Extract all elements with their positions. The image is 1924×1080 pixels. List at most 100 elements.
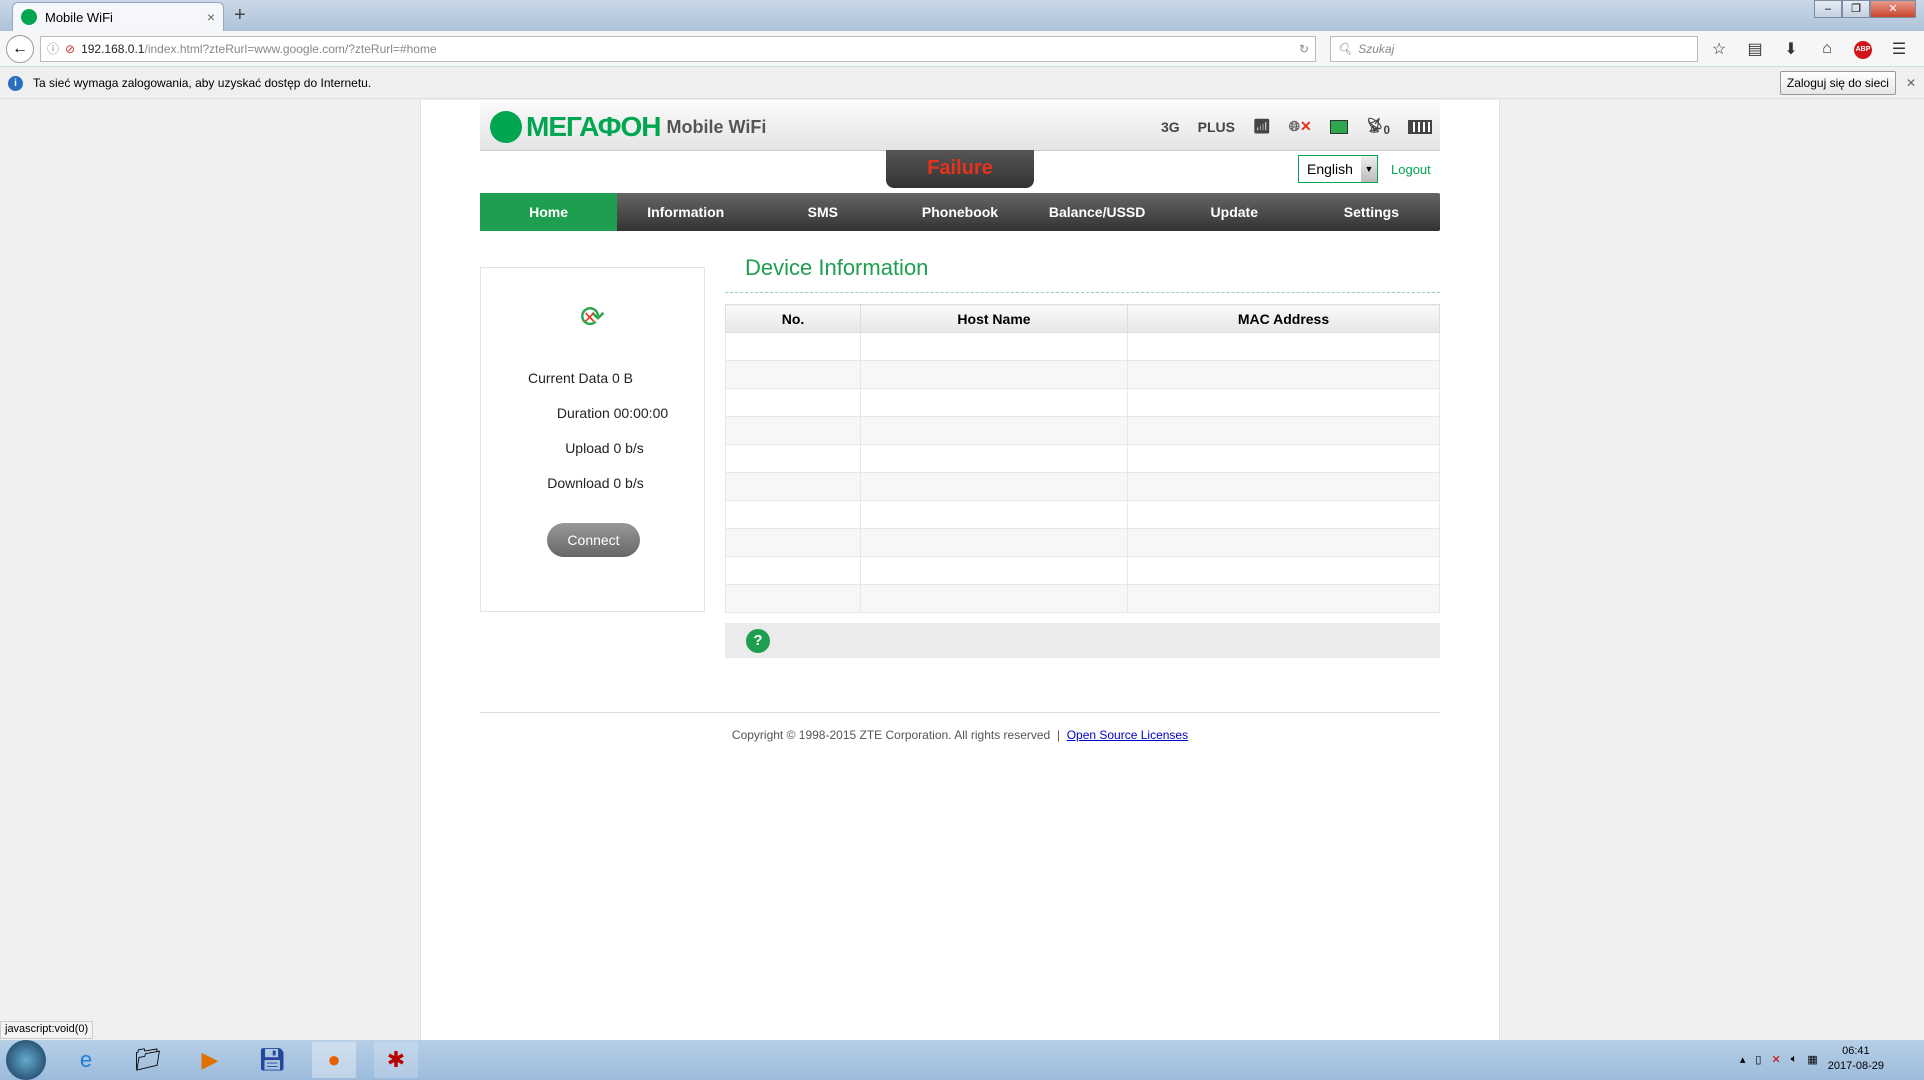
- table-row: [725, 500, 1440, 529]
- column-mac-address: MAC Address: [1127, 304, 1440, 333]
- table-row: [725, 388, 1440, 417]
- search-input[interactable]: 🔍︎ Szukaj: [1330, 35, 1698, 62]
- table-cell: [1127, 584, 1440, 613]
- clock[interactable]: 06:41 2017-08-29: [1828, 1044, 1884, 1074]
- info-icon[interactable]: ⓘ: [47, 40, 59, 57]
- language-select[interactable]: English ▼: [1298, 155, 1378, 183]
- close-infobar-icon[interactable]: ✕: [1906, 76, 1916, 90]
- tray-expand-icon[interactable]: ▴: [1740, 1053, 1746, 1066]
- app-icon[interactable]: ✱: [374, 1042, 418, 1078]
- bookmark-star-icon[interactable]: ☆: [1704, 39, 1734, 59]
- table-cell: [860, 556, 1128, 585]
- open-source-licenses-link[interactable]: Open Source Licenses: [1067, 728, 1188, 742]
- download-icon[interactable]: ⬇: [1776, 39, 1806, 59]
- status-icons: 3G PLUS 📶︎ 🌐︎✕ 📡︎0: [1161, 117, 1432, 137]
- adblock-icon[interactable]: ABP: [1848, 38, 1878, 59]
- browser-status-text: javascript:void(0): [0, 1021, 94, 1039]
- home-icon[interactable]: ⌂: [1812, 40, 1842, 58]
- table-cell: [1127, 332, 1440, 361]
- table-cell: [860, 528, 1128, 557]
- volume-icon[interactable]: 🔈︎: [1791, 1053, 1798, 1066]
- back-button[interactable]: ←: [6, 34, 34, 63]
- connection-status-badge: Failure: [886, 150, 1034, 188]
- table-row: [725, 584, 1440, 613]
- menu-phonebook[interactable]: Phonebook: [891, 193, 1028, 231]
- date: 2017-08-29: [1827, 1060, 1884, 1072]
- table-cell: [860, 584, 1128, 613]
- save-disk-icon[interactable]: 💾︎: [250, 1042, 294, 1078]
- network-error-icon[interactable]: ✕: [1771, 1053, 1780, 1066]
- menu-balance-ussd[interactable]: Balance/USSD: [1029, 193, 1166, 231]
- menu-hamburger-icon[interactable]: ☰: [1884, 39, 1914, 59]
- table-cell: [860, 444, 1128, 473]
- table-cell: [725, 500, 861, 529]
- table-cell: [1127, 388, 1440, 417]
- login-network-button[interactable]: Zaloguj się do sieci: [1779, 71, 1896, 95]
- divider: [725, 292, 1440, 293]
- system-tray: ▴ ▯ ✕ 🔈︎ ▦ 06:41 2017-08-29: [1740, 1044, 1884, 1074]
- table-cell: [725, 584, 861, 613]
- column-host-name: Host Name: [860, 304, 1128, 333]
- menu-settings[interactable]: Settings: [1303, 193, 1440, 231]
- close-tab-icon[interactable]: ×: [207, 9, 215, 25]
- browser-tab-bar: Mobile WiFi × + – ❐ ✕: [0, 0, 1924, 31]
- menu-home[interactable]: Home: [480, 193, 618, 231]
- address-bar[interactable]: ⓘ ⊘ 192.168.0.1/index.html?zteRurl=www.g…: [40, 35, 1316, 62]
- internet-disconnected-icon: 🌐︎✕: [1288, 118, 1312, 135]
- table-cell: [860, 388, 1128, 417]
- bookmarks-list-icon[interactable]: ▤: [1740, 39, 1770, 59]
- table-row: [725, 528, 1440, 557]
- language-value: English: [1307, 161, 1353, 177]
- table-row: [725, 332, 1440, 361]
- minimize-button[interactable]: –: [1814, 0, 1842, 18]
- table-row: [725, 360, 1440, 389]
- operator-name: PLUS: [1197, 118, 1236, 135]
- media-player-icon[interactable]: ▶: [188, 1042, 232, 1078]
- table-cell: [1127, 360, 1440, 389]
- internet-explorer-icon[interactable]: e: [64, 1042, 108, 1078]
- wifi-icon: 📡︎0: [1365, 117, 1390, 137]
- table-cell: [725, 472, 861, 501]
- table-cell: [1127, 416, 1440, 445]
- info-icon: i: [8, 75, 23, 91]
- tray-device-icon[interactable]: ▯: [1755, 1053, 1761, 1066]
- logout-link[interactable]: Logout: [1391, 162, 1431, 177]
- upload-speed: Upload 0 b/s: [565, 440, 644, 456]
- tray-app-icon[interactable]: ▦: [1807, 1053, 1817, 1066]
- table-row: [725, 472, 1440, 501]
- new-tab-button[interactable]: +: [234, 4, 246, 27]
- reload-icon[interactable]: ↻: [1299, 42, 1309, 56]
- table-cell: [725, 444, 861, 473]
- router-header: МЕГАФОН Mobile WiFi 3G PLUS 📶︎ 🌐︎✕ 📡︎0: [480, 103, 1440, 151]
- close-window-button[interactable]: ✕: [1870, 0, 1916, 18]
- url-path: /index.html?zteRurl=www.google.com/?zteR…: [144, 41, 437, 56]
- firefox-icon[interactable]: ●: [312, 1042, 356, 1078]
- start-button[interactable]: [6, 1040, 46, 1080]
- product-name: Mobile WiFi: [666, 116, 767, 137]
- table-row: [725, 444, 1440, 473]
- brand-name: МЕГАФОН: [526, 111, 662, 142]
- table-cell: [725, 528, 861, 557]
- table-cell: [725, 332, 861, 361]
- table-cell: [725, 360, 861, 389]
- connection-panel: ⟳ ✕ Current Data 0 B Duration 00:00:00 Up…: [480, 267, 705, 612]
- duration: Duration 00:00:00: [556, 405, 669, 421]
- table-cell: [860, 360, 1128, 389]
- table-cell: [725, 556, 861, 585]
- menu-sms[interactable]: SMS: [754, 193, 891, 231]
- table-cell: [1127, 528, 1440, 557]
- restore-button[interactable]: ❐: [1842, 0, 1870, 18]
- copyright: Copyright © 1998-2015 ZTE Corporation. A…: [731, 728, 1067, 742]
- logo: МЕГАФОН Mobile WiFi: [490, 111, 766, 143]
- browser-tab[interactable]: Mobile WiFi ×: [12, 2, 224, 31]
- window-controls: – ❐ ✕: [1814, 0, 1916, 18]
- menu-update[interactable]: Update: [1166, 193, 1303, 231]
- menu-information[interactable]: Information: [617, 193, 754, 231]
- file-explorer-icon[interactable]: 📁︎: [126, 1042, 170, 1078]
- connect-button[interactable]: Connect: [547, 523, 640, 557]
- taskbar: e 📁︎ ▶ 💾︎ ● ✱: [0, 1040, 1924, 1080]
- table-cell: [860, 332, 1128, 361]
- wifi-client-count: 0: [1383, 123, 1390, 137]
- table-cell: [1127, 444, 1440, 473]
- help-icon[interactable]: ?: [746, 629, 770, 653]
